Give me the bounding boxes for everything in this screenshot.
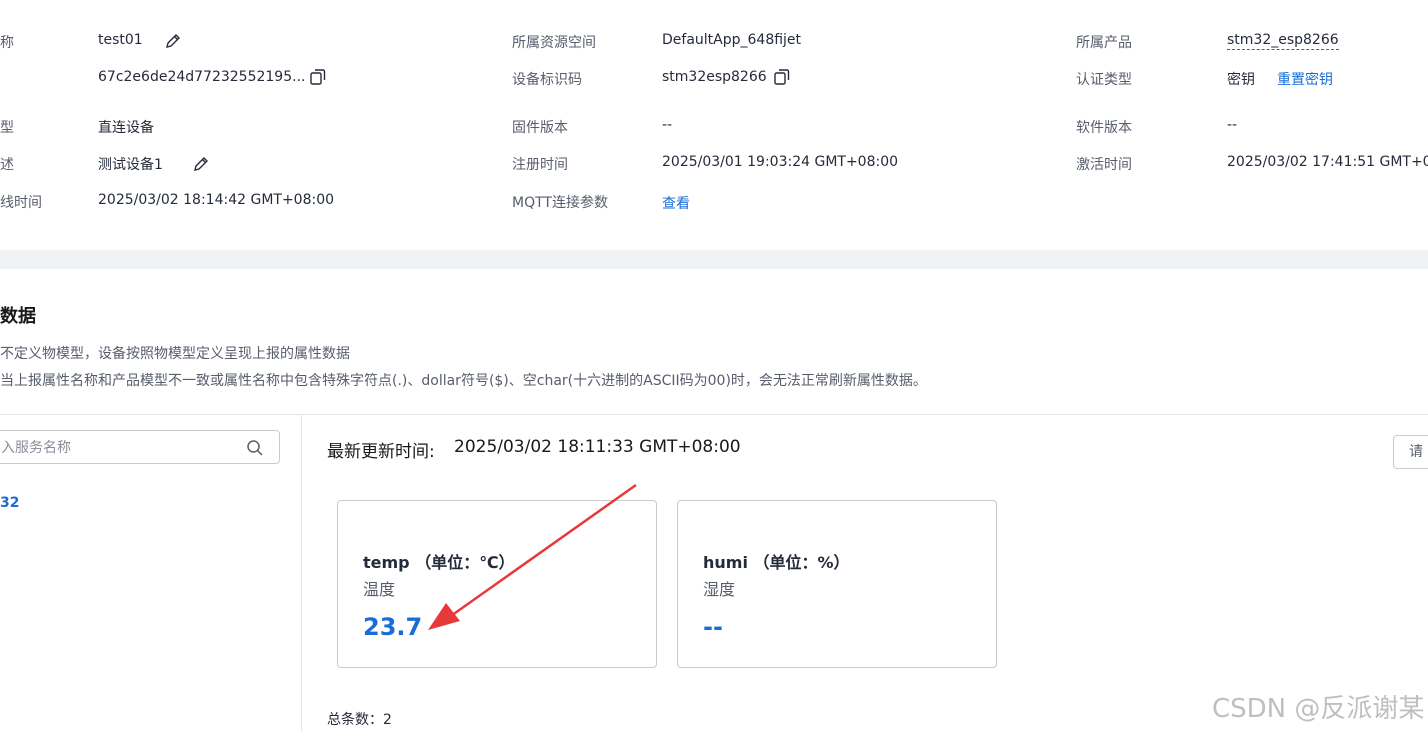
device-id-value: 67c2e6de24d77232552195... [98,69,306,85]
watermark: CSDN @反派谢某 [1212,694,1425,724]
activate-time-label: 激活时间 [1076,157,1132,173]
device-name-label: 称 [0,35,14,51]
description-value: 测试设备1 [98,157,163,173]
firmware-label: 固件版本 [512,120,568,136]
section-title: 数据 [0,306,36,327]
service-search-box [0,430,280,465]
search-icon[interactable] [246,439,264,461]
section-separator [0,250,1428,269]
reset-secret-link[interactable]: 重置密钥 [1277,69,1333,89]
total-count: 总条数：2 [327,712,392,728]
device-code-label: 设备标识码 [512,72,582,88]
section-note-2: 当上报属性名称和产品模型不一致或属性名称中包含特殊字符点(.)、dollar符号… [0,373,927,389]
resource-space-label: 所属资源空间 [512,35,596,51]
latest-update-value: 2025/03/02 18:11:33 GMT+08:00 [454,437,741,457]
product-value-link[interactable]: stm32_esp8266 [1227,32,1339,50]
edit-name-pencil-icon[interactable] [164,32,182,50]
property-name: temp （单位：℃） [363,553,515,572]
software-label: 软件版本 [1076,120,1132,136]
refresh-button[interactable]: 请 [1393,435,1428,469]
activate-time-value: 2025/03/02 17:41:51 GMT+08 [1227,154,1428,170]
section-note-1: 不定义物模型，设备按照物模型定义呈现上报的属性数据 [0,346,350,362]
software-value: -- [1227,117,1238,133]
property-card-temp: temp （单位：℃） 温度 23.7 [337,500,657,668]
edit-description-pencil-icon[interactable] [192,155,210,173]
online-time-value: 2025/03/02 18:14:42 GMT+08:00 [98,192,335,208]
service-list-item[interactable]: 32 [0,495,19,511]
product-label: 所属产品 [1076,35,1132,51]
firmware-value: -- [662,117,673,133]
property-description: 温度 [363,580,396,599]
register-time-label: 注册时间 [512,157,568,173]
description-label: 述 [0,157,14,173]
node-type-label: 型 [0,120,14,136]
copy-code-icon[interactable] [772,67,792,87]
resource-space-value: DefaultApp_648fijet [662,32,802,48]
auth-type-value: 密钥 [1227,72,1255,88]
panel-divider-vertical [301,415,302,732]
mqtt-params-label: MQTT连接参数 [512,195,608,211]
property-value: 23.7 [363,613,423,641]
register-time-value: 2025/03/01 19:03:24 GMT+08:00 [662,154,899,170]
property-card-humi: humi （单位：%） 湿度 -- [677,500,997,668]
device-name-value: test01 [98,32,143,48]
node-type-value: 直连设备 [98,120,154,136]
auth-type-label: 认证类型 [1076,72,1132,88]
property-description: 湿度 [703,580,736,599]
service-search-input[interactable] [0,431,243,465]
latest-update-label: 最新更新时间: [327,442,435,462]
device-code-value: stm32esp8266 [662,69,767,85]
property-name: humi （单位：%） [703,553,850,572]
panel-divider-horizontal [0,414,1428,415]
copy-id-icon[interactable] [308,67,328,87]
online-time-label: 线时间 [0,195,42,211]
property-value: -- [703,613,723,641]
mqtt-view-link[interactable]: 查看 [662,193,690,213]
